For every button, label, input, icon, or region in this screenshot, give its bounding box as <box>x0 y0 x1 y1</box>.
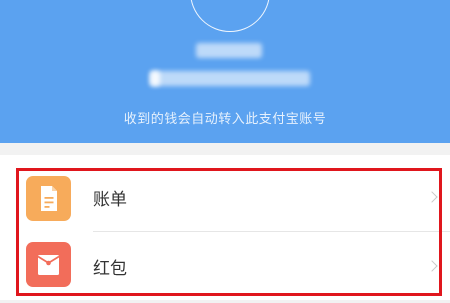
chevron-right-icon <box>426 191 438 203</box>
menu-item-bill[interactable]: 账单 <box>0 163 450 234</box>
blurred-account-prefix <box>150 71 160 86</box>
account-header: 收到的钱会自动转入此支付宝账号 <box>0 0 450 143</box>
avatar[interactable] <box>190 0 270 32</box>
bill-icon <box>26 176 71 221</box>
blurred-user-name <box>196 43 262 58</box>
menu-item-hongbao[interactable]: 红包 <box>0 232 450 303</box>
menu-item-label: 红包 <box>93 259 127 279</box>
blurred-account-id <box>150 71 310 86</box>
chevron-right-icon <box>426 260 438 272</box>
red-envelope-icon <box>26 242 71 287</box>
auto-transfer-note: 收到的钱会自动转入此支付宝账号 <box>123 112 327 127</box>
menu-item-label: 账单 <box>93 190 127 210</box>
